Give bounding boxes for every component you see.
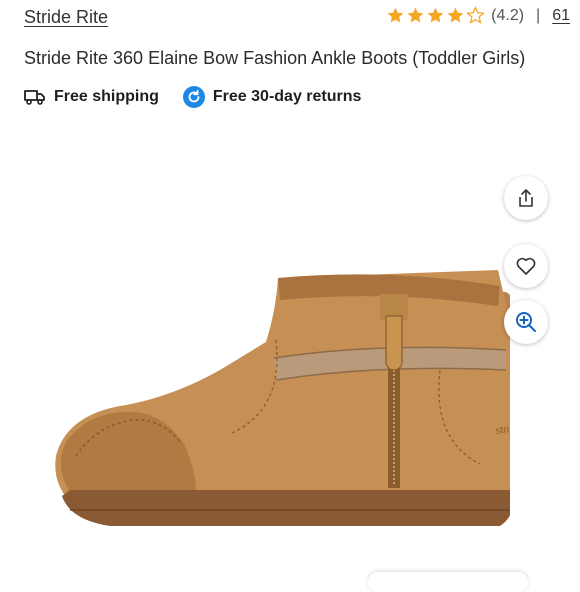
rating-summary[interactable]: (4.2) | 61 [386, 6, 570, 25]
heart-icon [516, 257, 536, 275]
share-button[interactable] [504, 176, 548, 220]
star-icon [427, 7, 444, 23]
zoom-button[interactable] [504, 300, 548, 344]
review-count-link[interactable]: 61 [552, 7, 570, 25]
product-image-gallery[interactable]: stri [0, 150, 580, 580]
favorite-button[interactable] [504, 244, 548, 288]
star-rating [386, 6, 486, 25]
bottom-sheet-handle[interactable] [368, 572, 528, 592]
free-returns-label: Free 30-day returns [212, 88, 362, 105]
rating-separator: | [536, 6, 541, 24]
rating-value: (4.2) [491, 6, 525, 24]
star-icon [447, 7, 464, 23]
zoom-in-icon [516, 312, 536, 332]
returns-icon [182, 86, 205, 108]
star-icon [387, 7, 404, 23]
free-shipping-label: Free shipping [54, 88, 159, 105]
toddler-ankle-boot-image: stri [55, 270, 510, 526]
badges-row: Free shipping Free 30-day returns [24, 86, 361, 108]
free-returns-badge: Free 30-day returns [182, 86, 362, 108]
star-icon [407, 7, 424, 23]
star-outline-icon [466, 6, 486, 24]
svg-text:stri: stri [495, 424, 510, 437]
truck-icon [24, 89, 46, 105]
share-icon [519, 189, 533, 207]
free-shipping-badge: Free shipping [24, 88, 159, 106]
brand-link[interactable]: Stride Rite [24, 7, 108, 28]
product-title: Stride Rite 360 Elaine Bow Fashion Ankle… [24, 48, 526, 68]
